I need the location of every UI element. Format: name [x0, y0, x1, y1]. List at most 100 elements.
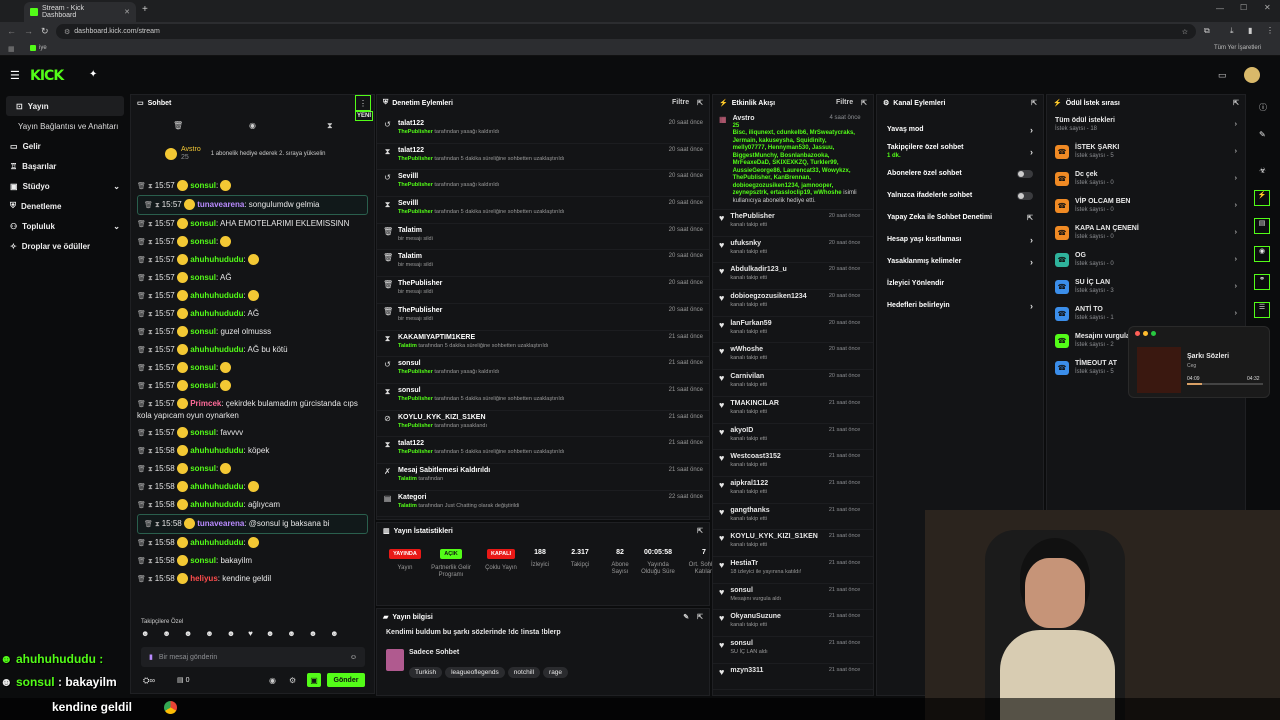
delete-msg-icon[interactable]: 🗑	[137, 365, 148, 372]
forward-icon[interactable]: →	[24, 26, 33, 36]
moderation-row[interactable]: ▤ Kategori Talatim tarafından Just Chattin…	[377, 491, 709, 518]
delete-msg-icon[interactable]: 🗑	[137, 275, 148, 282]
channel-action-row[interactable]: Yapay Zeka ile Sohbet Denetimi ⇱	[877, 207, 1043, 229]
activity-user[interactable]: lanFurkan59	[730, 320, 771, 327]
all-bookmarks[interactable]: Tüm Yer İşaretleri	[1214, 45, 1261, 51]
timeout-msg-icon[interactable]: ⧗	[148, 311, 155, 318]
timeout-msg-icon[interactable]: ⧗	[148, 347, 155, 354]
activity-user[interactable]: Abdulkadir123_u	[730, 266, 786, 273]
emote-icon[interactable]: ☻	[162, 629, 170, 638]
download-icon[interactable]: ⤓	[1230, 26, 1234, 36]
sidebar-item-studyo[interactable]: ▣ Stüdyo ⌄	[0, 176, 130, 196]
minimize-icon[interactable]: —	[1216, 4, 1224, 13]
activity-user[interactable]: sonsul	[730, 587, 753, 594]
activity-user[interactable]: ThePublisher	[730, 213, 774, 220]
tag[interactable]: notchill	[507, 667, 541, 678]
activity-user[interactable]: ufuksnky	[730, 240, 761, 247]
chat-message[interactable]: 🗑 ⧗ 15:57 sonsul:	[131, 359, 374, 377]
timeout-msg-icon[interactable]: ⧗	[148, 221, 155, 228]
activity-user[interactable]: akyoID	[730, 427, 753, 434]
chat-message[interactable]: 🗑 ⧗ 15:57 sonsul:	[131, 233, 374, 251]
extensions-icon[interactable]: ⧉	[1204, 26, 1210, 36]
sidebar-item-yayin[interactable]: ⊡ Yayın	[6, 96, 124, 116]
activity-user[interactable]: HestiaTr	[730, 560, 758, 567]
send-button[interactable]: Gönder	[327, 673, 365, 687]
chat-settings-icon[interactable]: ⚙	[289, 676, 296, 685]
minimize-dot-icon[interactable]	[1143, 331, 1148, 336]
channel-action-row[interactable]: Yavaş mod ›	[877, 119, 1043, 141]
moderation-row[interactable]: ⧗ talat122 ThePublisher tarafından 5 dakik…	[377, 144, 709, 171]
timeout-msg-icon[interactable]: ⧗	[148, 430, 155, 437]
message-user[interactable]: ahuhuhududu	[190, 482, 243, 491]
reward-row[interactable]: ☎ OG İstek sayısı - 0 ›	[1047, 246, 1245, 273]
message-user[interactable]: ahuhuhududu	[190, 255, 243, 264]
activity-filter-button[interactable]: Filtre	[836, 99, 853, 107]
rail-chat-icon[interactable]: ◉	[1254, 246, 1270, 262]
message-user[interactable]: sonsul	[190, 273, 216, 282]
chat-message[interactable]: 🗑 ⧗ 15:57 sonsul:	[131, 177, 374, 195]
activity-user[interactable]: sonsul	[730, 640, 753, 647]
site-info-icon[interactable]: ⚙	[64, 28, 70, 36]
channel-action-row[interactable]: Takipçilere özel sohbet 1 dk. ›	[877, 141, 1043, 163]
kick-logo[interactable]: KICK	[30, 68, 64, 84]
new-badge[interactable]: YENİ	[355, 111, 374, 121]
channel-action-row[interactable]: İzleyici Yönlendir	[877, 273, 1043, 295]
timeout-msg-icon[interactable]: ⧗	[155, 521, 162, 528]
reload-icon[interactable]: ↻	[41, 26, 49, 37]
delete-msg-icon[interactable]: 🗑	[137, 484, 148, 491]
delete-msg-icon[interactable]: 🗑	[137, 239, 148, 246]
chat-message[interactable]: 🗑 ⧗ 15:58 ahuhuhududu:	[131, 478, 374, 496]
category-thumbnail[interactable]	[386, 649, 404, 671]
apps-icon[interactable]: ▦	[8, 45, 15, 53]
all-rewards-row[interactable]: Tüm ödül istekleri İstek sayısı - 18 ›	[1047, 111, 1245, 138]
sidebar-item-denetleme[interactable]: ⛨ Denetleme	[0, 196, 130, 216]
delete-msg-icon[interactable]: 🗑	[144, 521, 155, 528]
message-user[interactable]: ahuhuhududu	[190, 500, 243, 509]
activity-user[interactable]: Carnivilan	[730, 373, 764, 380]
emote-icon[interactable]: ♥	[248, 629, 253, 638]
delete-msg-icon[interactable]: 🗑	[137, 311, 148, 318]
progress-track[interactable]	[1187, 383, 1263, 385]
delete-msg-icon[interactable]: 🗑	[137, 347, 148, 354]
chat-options-icon[interactable]: ⋮	[355, 95, 371, 111]
chat-message[interactable]: 🗑 ⧗ 15:58 heliyus: kendine geldil	[131, 570, 374, 588]
moderation-row[interactable]: ↺ talat122 ThePublisher tarafından yasağı …	[377, 117, 709, 144]
trash-icon[interactable]: 🗑	[173, 121, 183, 130]
timeout-icon[interactable]: ⧗	[327, 121, 333, 131]
timeout-msg-icon[interactable]: ⧗	[148, 383, 155, 390]
emote-icon[interactable]: ☻	[309, 629, 317, 638]
moderation-row[interactable]: ⧗ KAKAMIYAPTIM1KERE Talatim tarafından 5 d…	[377, 331, 709, 358]
sidebar-item-stream-key[interactable]: Yayın Bağlantısı ve Anahtarı	[0, 116, 130, 136]
popout-icon[interactable]: ⇱	[697, 527, 703, 535]
bookmark-star-icon[interactable]: ☆	[1182, 28, 1188, 36]
moderation-row[interactable]: ⧗ talat122 ThePublisher tarafından 5 dakik…	[377, 437, 709, 464]
message-user[interactable]: sonsul	[190, 237, 216, 246]
pin-icon[interactable]: ✎	[1259, 130, 1266, 139]
chat-message[interactable]: 🗑 ⧗ 15:57 sonsul: guzel olmusss	[131, 323, 374, 341]
delete-msg-icon[interactable]: 🗑	[137, 466, 148, 473]
chat-message[interactable]: 🗑 ⧗ 15:57 ahuhuhududu:	[131, 251, 374, 269]
message-user[interactable]: tunavearena	[197, 200, 244, 209]
delete-msg-icon[interactable]: 🗑	[137, 448, 148, 455]
toggle-switch[interactable]	[1017, 192, 1033, 200]
chat-message[interactable]: 🗑 ⧗ 15:58 sonsul: bakayilm	[131, 552, 374, 570]
timeout-msg-icon[interactable]: ⧗	[148, 365, 155, 372]
message-user[interactable]: heliyus	[190, 574, 218, 583]
popout-icon[interactable]: ⇱	[861, 99, 867, 107]
timeout-msg-icon[interactable]: ⧗	[148, 239, 155, 246]
address-bar[interactable]: ⚙ dashboard.kick.com/stream ☆	[56, 24, 1196, 39]
timeout-msg-icon[interactable]: ⧗	[148, 257, 155, 264]
reward-row[interactable]: ☎ KAPA LAN ÇENENİ İstek sayısı - 0 ›	[1047, 219, 1245, 246]
moderation-row[interactable]: ⧗ Sevilll ThePublisher tarafından 5 dakika…	[377, 197, 709, 224]
activity-user[interactable]: Westcoast3152	[730, 453, 780, 460]
moderation-row[interactable]: ↺ Sevilll ThePublisher tarafından yasağı k…	[377, 170, 709, 198]
delete-msg-icon[interactable]: 🗑	[137, 383, 148, 390]
tab-close-icon[interactable]: ✕	[124, 8, 130, 16]
message-user[interactable]: Primcek	[190, 399, 221, 408]
tag[interactable]: Turkish	[409, 667, 443, 678]
moderation-row[interactable]: 🗑 ThePublisher bir mesajı sildi 20 saat ön…	[377, 304, 709, 331]
reward-row[interactable]: ☎ SU İÇ LAN İstek sayısı - 3 ›	[1047, 273, 1245, 300]
window-close-icon[interactable]: ✕	[1264, 3, 1271, 12]
layout-icon[interactable]: ▭	[1218, 70, 1227, 81]
activity-user[interactable]: dobioegzozusiken1234	[730, 293, 806, 300]
